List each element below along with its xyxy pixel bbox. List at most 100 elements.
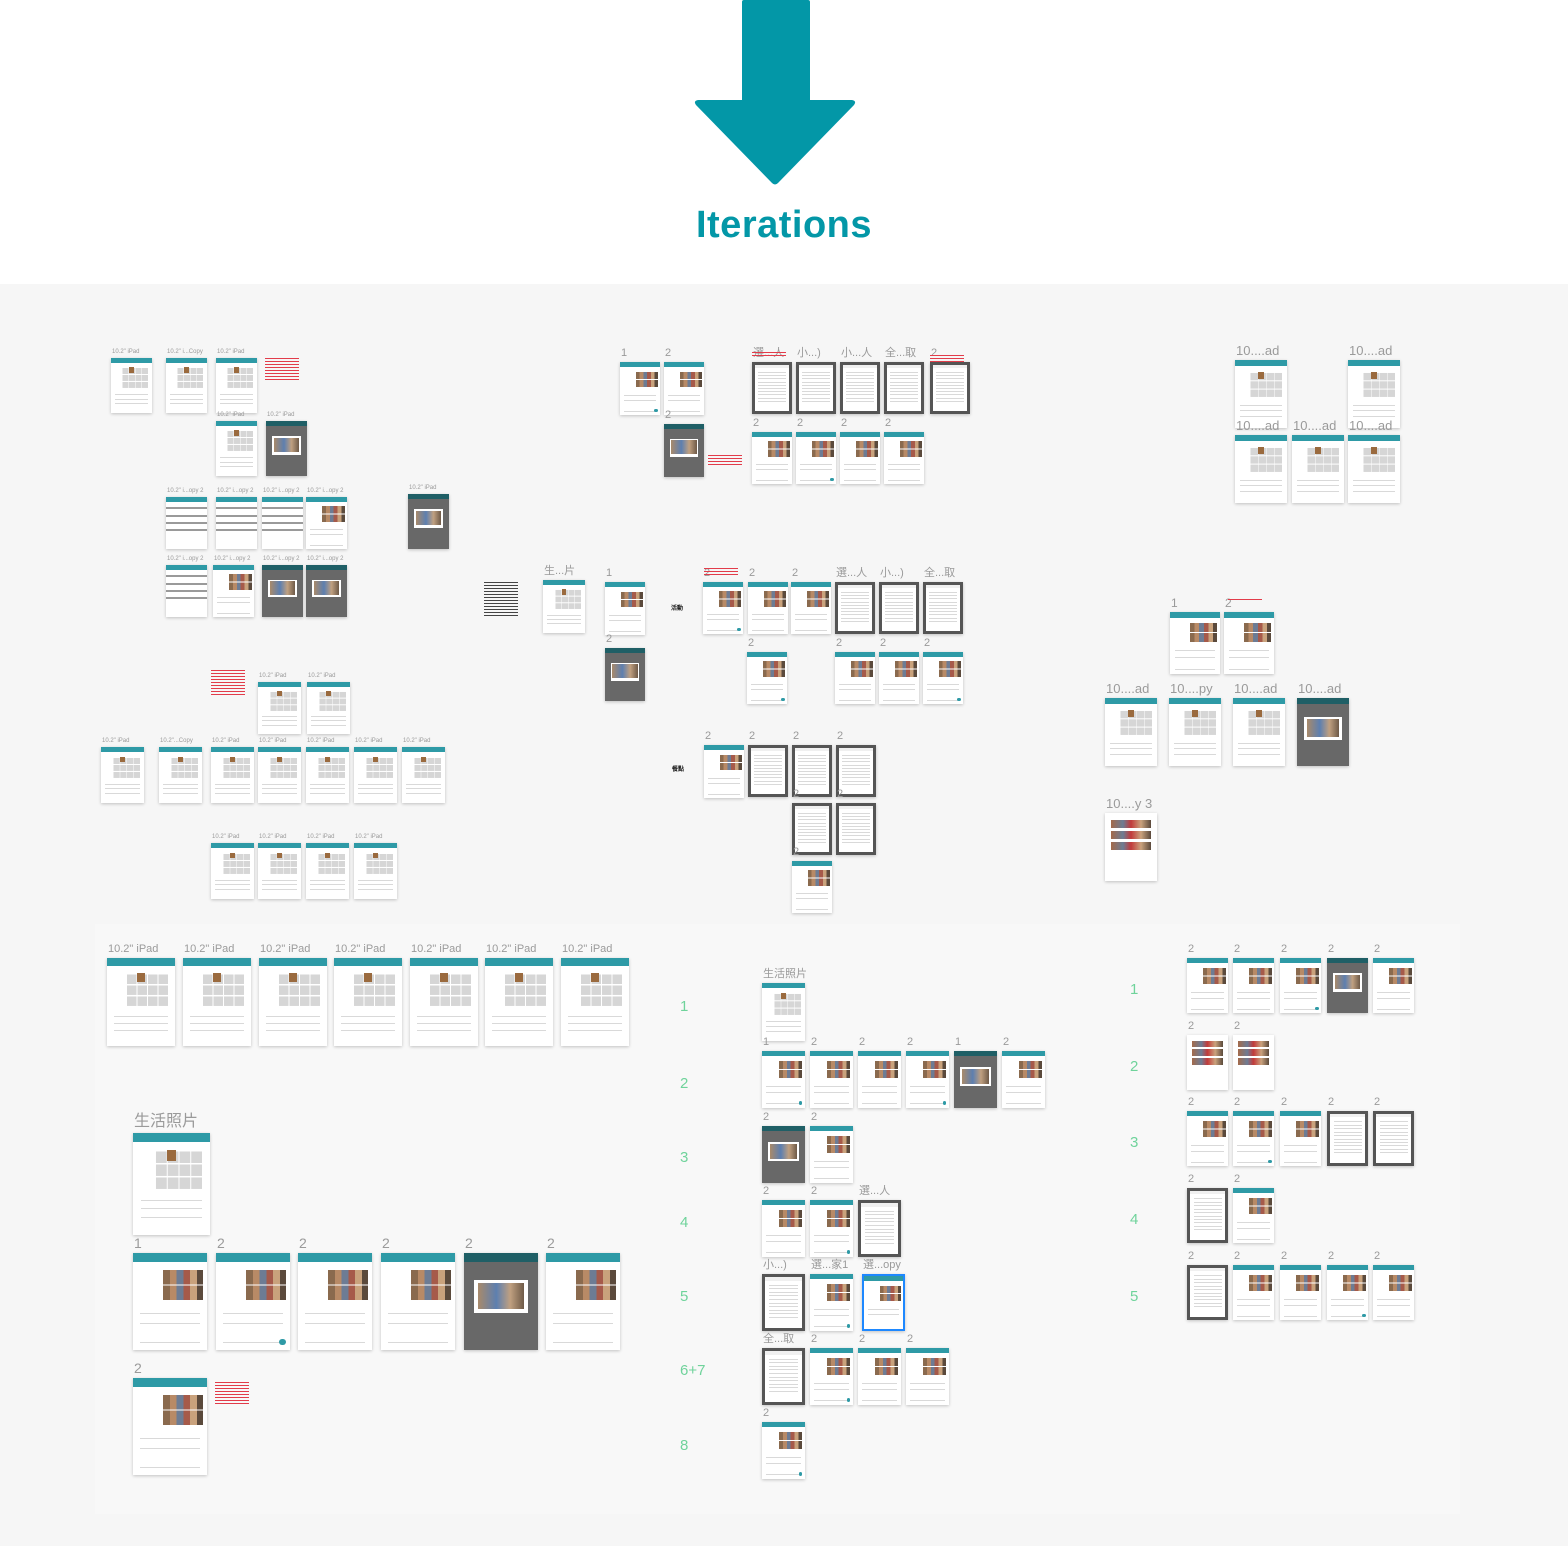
artboard-label[interactable]: 2: [924, 638, 930, 649]
artboard-thumbnail[interactable]: [485, 958, 553, 1046]
artboard-thumbnail[interactable]: [1327, 1111, 1368, 1166]
artboard-thumbnail[interactable]: [543, 580, 585, 633]
artboard-label[interactable]: 全...取: [924, 568, 955, 579]
artboard-label[interactable]: 10.2" i...opy 2: [167, 556, 204, 562]
artboard-thumbnail[interactable]: [762, 1274, 805, 1331]
artboard-label[interactable]: 10....py: [1170, 682, 1213, 695]
artboard-label[interactable]: 1: [955, 1037, 961, 1048]
artboard-label[interactable]: 10....y 3: [1106, 797, 1152, 810]
artboard-label[interactable]: 10....ad: [1293, 419, 1336, 432]
artboard-thumbnail[interactable]: [835, 582, 875, 634]
artboard-thumbnail[interactable]: [166, 358, 207, 413]
artboard-thumbnail[interactable]: [1224, 612, 1274, 674]
artboard-label[interactable]: 2: [299, 1236, 307, 1250]
artboard-label[interactable]: 2: [1328, 1251, 1334, 1262]
artboard-label[interactable]: 10.2" iPad: [355, 738, 382, 744]
artboard-thumbnail[interactable]: [1170, 612, 1220, 674]
artboard-label[interactable]: 1: [1171, 597, 1178, 609]
artboard-thumbnail[interactable]: [258, 747, 301, 803]
artboard-thumbnail[interactable]: [306, 843, 349, 899]
artboard-label[interactable]: 2: [1003, 1037, 1009, 1048]
artboard-label[interactable]: 10.2" iPad: [184, 944, 234, 955]
artboard-thumbnail[interactable]: [1327, 1265, 1368, 1320]
artboard-thumbnail[interactable]: [810, 1126, 853, 1183]
artboard-thumbnail[interactable]: [166, 497, 207, 549]
artboard-thumbnail[interactable]: [858, 1348, 901, 1405]
artboard-thumbnail[interactable]: [107, 958, 175, 1046]
artboard-label[interactable]: 10.2" iPad: [260, 944, 310, 955]
artboard-thumbnail[interactable]: [862, 1274, 905, 1331]
artboard-label[interactable]: 2: [907, 1037, 913, 1048]
artboard-thumbnail[interactable]: [216, 497, 257, 549]
artboard-label[interactable]: 10.2" iPad: [212, 738, 239, 744]
artboard-label[interactable]: 全...取: [763, 1334, 794, 1345]
artboard-thumbnail[interactable]: [1187, 1188, 1228, 1243]
artboard-thumbnail[interactable]: [879, 582, 919, 634]
artboard-label[interactable]: 2: [217, 1236, 225, 1250]
artboard-label[interactable]: 10.2" i...opy 2: [217, 488, 254, 494]
artboard-label[interactable]: 2: [797, 418, 803, 429]
artboard-thumbnail[interactable]: [1373, 1111, 1414, 1166]
artboard-label[interactable]: 2: [763, 1112, 769, 1123]
artboard-label[interactable]: 2: [880, 638, 886, 649]
artboard-thumbnail[interactable]: [408, 494, 449, 549]
artboard-thumbnail[interactable]: [1235, 435, 1287, 503]
artboard-label[interactable]: 10.2" i...opy 2: [214, 556, 251, 562]
artboard-label[interactable]: 10....ad: [1236, 419, 1279, 432]
artboard-thumbnail[interactable]: [213, 565, 254, 617]
artboard-thumbnail[interactable]: [1187, 1035, 1228, 1090]
artboard-thumbnail[interactable]: [1105, 813, 1157, 881]
artboard-thumbnail[interactable]: [840, 432, 880, 484]
artboard-thumbnail[interactable]: [159, 747, 202, 803]
artboard-thumbnail[interactable]: [1292, 435, 1344, 503]
artboard-label[interactable]: 2: [859, 1037, 865, 1048]
artboard-label[interactable]: 10.2" iPad: [562, 944, 612, 955]
artboard-thumbnail[interactable]: [1280, 1111, 1321, 1166]
artboard-label[interactable]: 10....ad: [1234, 682, 1277, 695]
artboard-thumbnail[interactable]: [923, 582, 963, 634]
artboard-thumbnail[interactable]: [216, 358, 257, 413]
artboard-label[interactable]: 2: [1328, 1097, 1334, 1108]
artboard-label[interactable]: 10.2" iPad: [403, 738, 430, 744]
artboard-label[interactable]: 10.2" i...opy 2: [263, 488, 300, 494]
artboard-thumbnail[interactable]: [111, 358, 152, 413]
artboard-label[interactable]: 2: [1281, 1251, 1287, 1262]
artboard-label[interactable]: 生活照片: [763, 969, 807, 980]
artboard-label[interactable]: 2: [1281, 1097, 1287, 1108]
artboard-label[interactable]: 2: [1234, 944, 1240, 955]
artboard-label[interactable]: 10.2" iPad: [307, 834, 334, 840]
artboard-label[interactable]: 2: [885, 418, 891, 429]
artboard-label[interactable]: 10.2" iPad: [217, 412, 244, 418]
artboard-thumbnail[interactable]: [796, 432, 836, 484]
artboard-thumbnail[interactable]: [923, 652, 963, 704]
artboard-label[interactable]: 小...): [880, 568, 904, 579]
artboard-label[interactable]: 10.2" i...opy 2: [263, 556, 300, 562]
artboard-thumbnail[interactable]: [605, 582, 645, 635]
artboard-label[interactable]: 選...人: [859, 1186, 890, 1197]
artboard-label[interactable]: 1: [134, 1236, 142, 1250]
artboard-thumbnail[interactable]: [954, 1051, 997, 1108]
artboard-label[interactable]: 2: [547, 1236, 555, 1250]
artboard-thumbnail[interactable]: [796, 362, 836, 414]
artboard-label[interactable]: 10.2" iPad: [102, 738, 129, 744]
artboard-label[interactable]: 10.2" iPad: [259, 834, 286, 840]
artboard-thumbnail[interactable]: [1233, 1035, 1274, 1090]
artboard-thumbnail[interactable]: [1348, 435, 1400, 503]
artboard-label[interactable]: 10.2" iPad: [112, 349, 139, 355]
artboard-thumbnail[interactable]: [747, 652, 787, 704]
artboard-thumbnail[interactable]: [1373, 958, 1414, 1013]
artboard-thumbnail[interactable]: [906, 1348, 949, 1405]
artboard-label[interactable]: 2: [1188, 944, 1194, 955]
artboard-thumbnail[interactable]: [810, 1274, 853, 1331]
artboard-label[interactable]: 2: [837, 789, 843, 800]
artboard-thumbnail[interactable]: [884, 362, 924, 414]
artboard-label[interactable]: 2: [1234, 1021, 1240, 1032]
artboard-thumbnail[interactable]: [1280, 1265, 1321, 1320]
artboard-label[interactable]: 2: [811, 1334, 817, 1345]
artboard-thumbnail[interactable]: [762, 983, 805, 1041]
artboard-label[interactable]: 2: [1281, 944, 1287, 955]
artboard-label[interactable]: 小...): [797, 348, 821, 359]
artboard-thumbnail[interactable]: [858, 1051, 901, 1108]
artboard-label[interactable]: 2: [793, 847, 799, 858]
artboard-label[interactable]: 2: [1188, 1174, 1194, 1185]
